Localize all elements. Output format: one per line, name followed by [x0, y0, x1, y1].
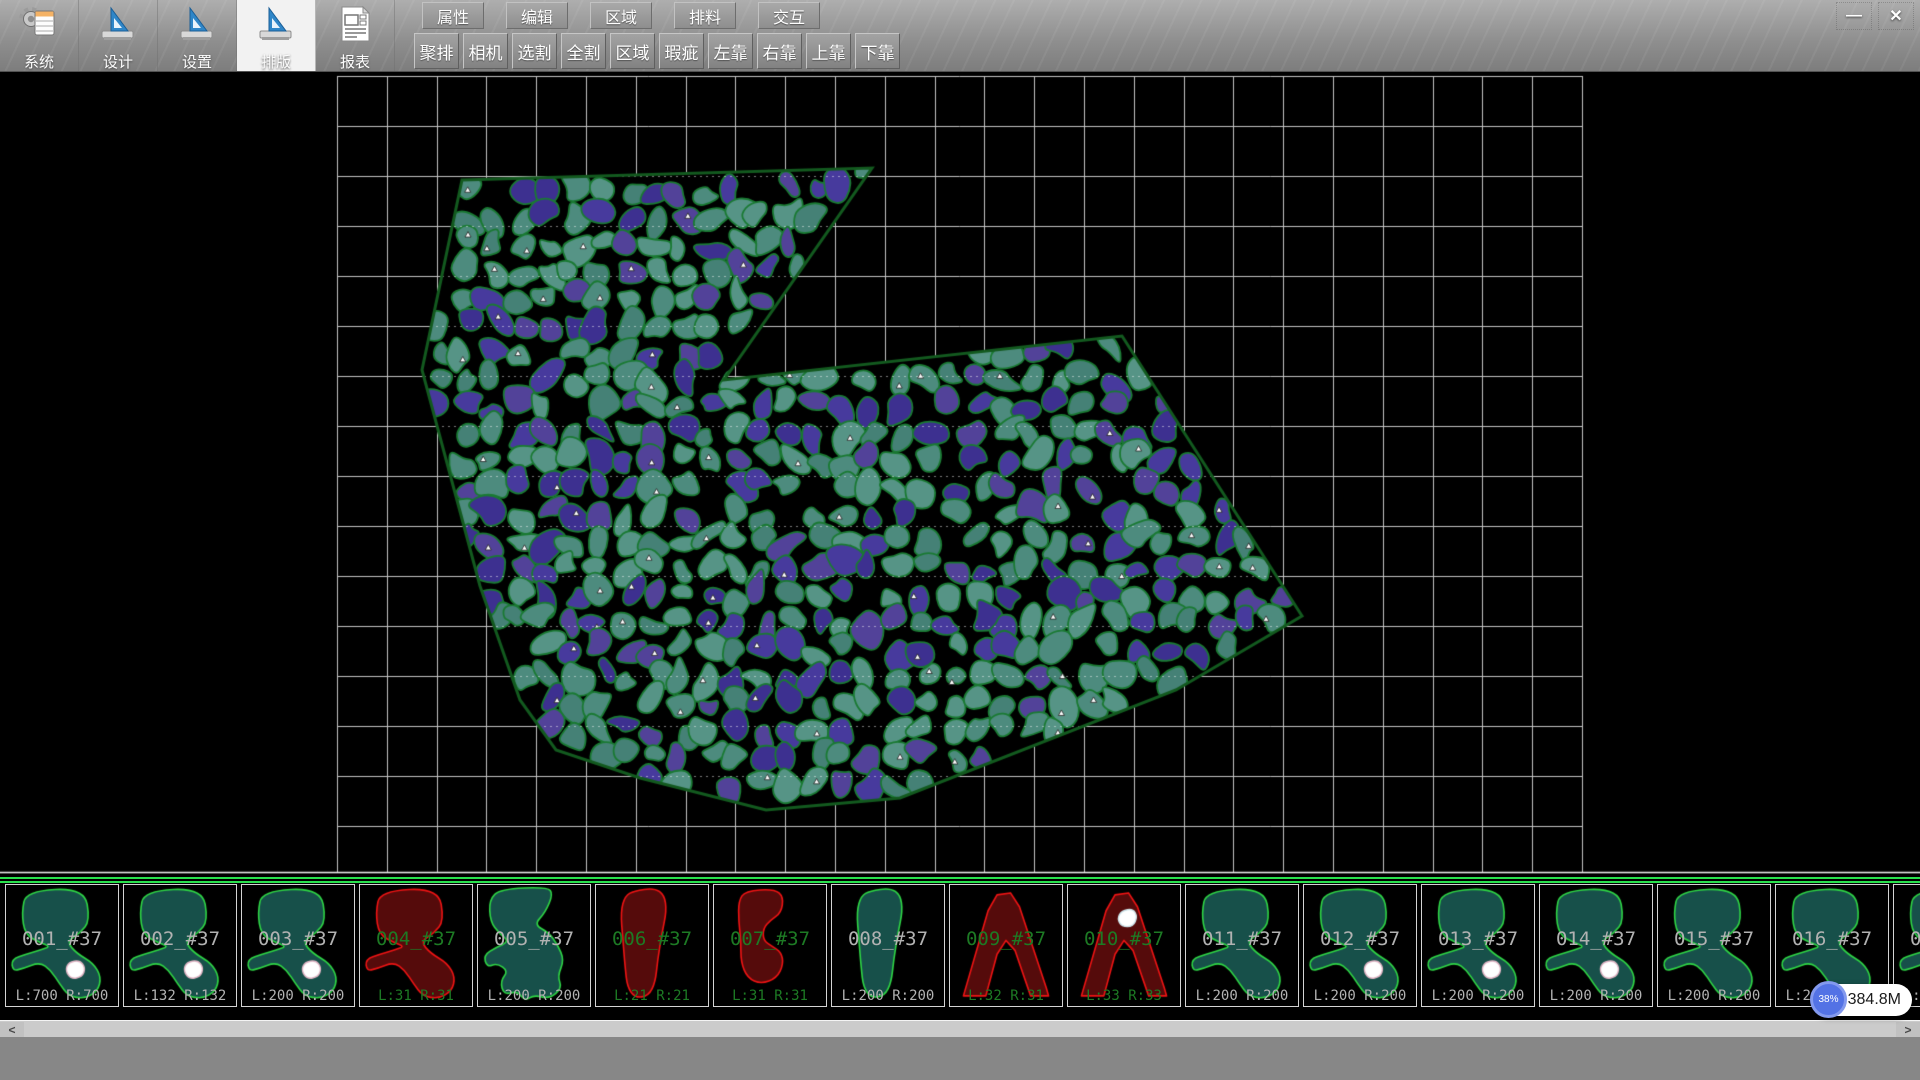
- piece-name: 017_#37: [1894, 928, 1920, 950]
- tool-snap-left[interactable]: 左靠: [708, 33, 753, 69]
- nesting-canvas[interactable]: [0, 71, 1920, 874]
- piece-lr-count: L:200 R:200: [1422, 988, 1534, 1004]
- piece-name: 016_#37: [1776, 928, 1888, 950]
- menu-nest[interactable]: 排料: [674, 2, 736, 29]
- piece-thumbnail-005[interactable]: 005_#37 L:200 R:200: [477, 884, 591, 1007]
- ribbon-toolbar: 系统设计设置排版报表 属性编辑区域排料交互 聚排相机选割全割区域瑕疵左靠右靠上靠…: [0, 0, 1920, 72]
- piece-name: 007_#37: [714, 928, 826, 950]
- piece-thumbnail-013[interactable]: 013_#37 L:200 R:200: [1421, 884, 1535, 1007]
- piece-name: 010_#37: [1068, 928, 1180, 950]
- piece-thumbnail-014[interactable]: 014_#37 L:200 R:200: [1539, 884, 1653, 1007]
- piece-thumbnail-012[interactable]: 012_#37 L:200 R:200: [1303, 884, 1417, 1007]
- memory-usage: 384.8M: [1848, 984, 1901, 1016]
- piece-name: 011_#37: [1186, 928, 1298, 950]
- tool-region[interactable]: 区域: [610, 33, 655, 69]
- piece-name: 015_#37: [1658, 928, 1770, 950]
- piece-lr-count: L:200 R:200: [242, 988, 354, 1004]
- close-button[interactable]: ✕: [1878, 2, 1914, 30]
- piece-name: 002_#37: [124, 928, 236, 950]
- launcher-tabs: 系统 设计 设置 排版 报表: [0, 0, 395, 71]
- tool-cluster-nest[interactable]: 聚排: [414, 33, 459, 69]
- tool-snap-top[interactable]: 上靠: [806, 33, 851, 69]
- piece-name: 006_#37: [596, 928, 708, 950]
- piece-name: 014_#37: [1540, 928, 1652, 950]
- menu-properties[interactable]: 属性: [422, 2, 484, 29]
- launcher-tab-label: 设计: [103, 51, 133, 72]
- piece-lr-count: L:132 R:132: [124, 988, 236, 1004]
- horizontal-scrollbar[interactable]: < >: [0, 1020, 1920, 1037]
- menu-row-tools: 聚排相机选割全割区域瑕疵左靠右靠上靠下靠: [414, 33, 900, 69]
- window-controls: — ✕: [1836, 2, 1914, 30]
- tool-defect[interactable]: 瑕疵: [659, 33, 704, 69]
- nesting-icon: [255, 3, 297, 50]
- system-icon: [18, 3, 60, 50]
- piece-lr-count: L:21 R:21: [596, 988, 708, 1004]
- menu-row-top: 属性编辑区域排料交互: [422, 2, 820, 29]
- piece-lr-count: L:31 R:31: [360, 988, 472, 1004]
- piece-name: 001_#37: [6, 928, 118, 950]
- piece-lr-count: L:200 R:200: [832, 988, 944, 1004]
- progress-badge: 384.8M 38%: [1812, 984, 1912, 1016]
- piece-thumbnail-002[interactable]: 002_#37 L:132 R:132: [123, 884, 237, 1007]
- piece-name: 009_#37: [950, 928, 1062, 950]
- tool-camera[interactable]: 相机: [463, 33, 508, 69]
- piece-lr-count: L:200 R:200: [1186, 988, 1298, 1004]
- piece-lr-count: L:33 R:33: [1068, 988, 1180, 1004]
- launcher-tab-label: 设置: [182, 51, 212, 72]
- design-icon: [97, 3, 139, 50]
- piece-thumbnail-006[interactable]: 006_#37 L:21 R:21: [595, 884, 709, 1007]
- launcher-tab-label: 报表: [340, 51, 370, 72]
- tool-cut-all[interactable]: 全割: [561, 33, 606, 69]
- piece-name: 008_#37: [832, 928, 944, 950]
- piece-thumbnail-009[interactable]: 009_#37 L:32 R:31: [949, 884, 1063, 1007]
- piece-lr-count: L:200 R:200: [1540, 988, 1652, 1004]
- piece-name: 004_#37: [360, 928, 472, 950]
- tool-snap-bottom[interactable]: 下靠: [855, 33, 900, 69]
- tool-snap-right[interactable]: 右靠: [757, 33, 802, 69]
- piece-lr-count: L:200 R:200: [1658, 988, 1770, 1004]
- launcher-tab-label: 系统: [24, 51, 54, 72]
- piece-thumbnail-003[interactable]: 003_#37 L:200 R:200: [241, 884, 355, 1007]
- piece-thumbnail-list: 001_#37 L:700 R:700 002_#37 L:132 R:132 003_…: [0, 884, 1920, 1008]
- piece-lr-count: L:200 R:200: [1304, 988, 1416, 1004]
- status-bar: [0, 1037, 1920, 1080]
- piece-lr-count: L:700 R:700: [6, 988, 118, 1004]
- launcher-tab-label: 排版: [261, 51, 291, 72]
- piece-thumbnail-007[interactable]: 007_#37 L:31 R:31: [713, 884, 827, 1007]
- launcher-tab-report[interactable]: 报表: [316, 0, 395, 71]
- piece-thumbnail-004[interactable]: 004_#37 L:31 R:31: [359, 884, 473, 1007]
- menu-interact[interactable]: 交互: [758, 2, 820, 29]
- launcher-tab-design[interactable]: 设计: [79, 0, 158, 71]
- piece-name: 013_#37: [1422, 928, 1534, 950]
- report-icon: [334, 3, 376, 50]
- piece-thumbnail-008[interactable]: 008_#37 L:200 R:200: [831, 884, 945, 1007]
- scroll-left-button[interactable]: <: [0, 1022, 24, 1037]
- launcher-tab-nesting[interactable]: 排版: [237, 0, 316, 71]
- piece-thumbnail-001[interactable]: 001_#37 L:700 R:700: [5, 884, 119, 1007]
- settings-icon: [176, 3, 218, 50]
- menu-edit[interactable]: 编辑: [506, 2, 568, 29]
- piece-thumbnail-011[interactable]: 011_#37 L:200 R:200: [1185, 884, 1299, 1007]
- piece-name: 012_#37: [1304, 928, 1416, 950]
- separator-line: [0, 877, 1920, 883]
- menu-region[interactable]: 区域: [590, 2, 652, 29]
- piece-lr-count: L:31 R:31: [714, 988, 826, 1004]
- scroll-right-button[interactable]: >: [1896, 1022, 1920, 1037]
- piece-name: 003_#37: [242, 928, 354, 950]
- piece-thumbnail-010[interactable]: 010_#37 L:33 R:33: [1067, 884, 1181, 1007]
- tool-select-cut[interactable]: 选割: [512, 33, 557, 69]
- launcher-tab-system[interactable]: 系统: [0, 0, 79, 71]
- piece-lr-count: L:32 R:31: [950, 988, 1062, 1004]
- launcher-tab-settings[interactable]: 设置: [158, 0, 237, 71]
- piece-thumbnail-015[interactable]: 015_#37 L:200 R:200: [1657, 884, 1771, 1007]
- piece-lr-count: L:200 R:200: [478, 988, 590, 1004]
- piece-name: 005_#37: [478, 928, 590, 950]
- minimize-button[interactable]: —: [1836, 2, 1872, 30]
- progress-percent: 38%: [1810, 981, 1847, 1018]
